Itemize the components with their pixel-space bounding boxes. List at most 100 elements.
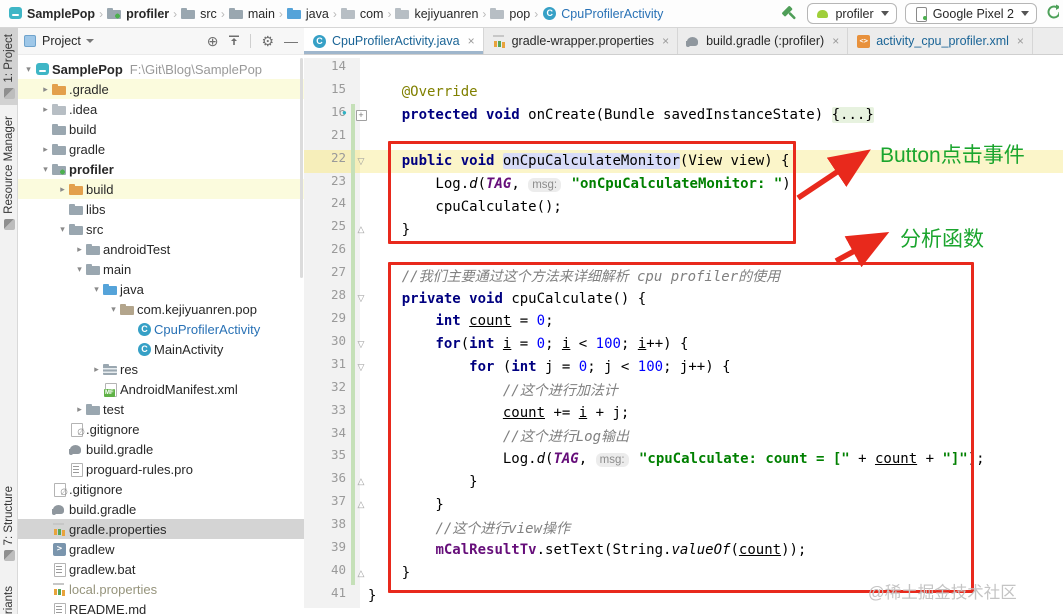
- gear-icon[interactable]: ⚙: [261, 34, 274, 48]
- tree-expand-arrow-icon[interactable]: ▸: [39, 84, 52, 95]
- fold-open-icon[interactable]: [354, 150, 368, 173]
- line-number[interactable]: 27: [331, 264, 346, 279]
- tree-collapse-arrow-icon[interactable]: ▾: [73, 264, 86, 275]
- tree-item-gradle[interactable]: ▸ gradle: [18, 139, 304, 159]
- breadcrumb-item[interactable]: SamplePop: [8, 7, 95, 21]
- hide-panel-icon[interactable]: —: [284, 34, 298, 48]
- line-number[interactable]: 37: [331, 493, 346, 508]
- line-number[interactable]: 30: [331, 333, 346, 348]
- code-line[interactable]: 15 @Override: [304, 80, 1063, 104]
- breadcrumb-item[interactable]: src: [181, 7, 217, 21]
- tree-item-profiler[interactable]: ▾ profiler: [18, 159, 304, 179]
- tree-collapse-arrow-icon[interactable]: ▾: [39, 164, 52, 175]
- line-number[interactable]: 32: [331, 379, 346, 394]
- tree-item-README-md[interactable]: README.md: [18, 599, 304, 614]
- tree-expand-arrow-icon[interactable]: ▸: [73, 404, 86, 415]
- tree-expand-arrow-icon[interactable]: ▸: [39, 104, 52, 115]
- tab-CpuProfilerActivity-java[interactable]: CpuProfilerActivity.java ×: [304, 28, 484, 54]
- locate-file-icon[interactable]: ⊕: [207, 34, 219, 48]
- tree-item-gradle-properties[interactable]: gradle.properties: [18, 519, 304, 539]
- line-number[interactable]: 14: [331, 58, 346, 73]
- line-number[interactable]: 41: [331, 585, 346, 600]
- close-icon[interactable]: ×: [662, 34, 669, 48]
- line-number[interactable]: 23: [331, 173, 346, 188]
- fold-close-icon[interactable]: [354, 562, 368, 585]
- tree-item-SamplePop[interactable]: ▾ SamplePop F:\Git\Blog\SamplePop: [18, 59, 304, 79]
- run-configuration-select[interactable]: profiler: [807, 3, 897, 24]
- tree-item-res[interactable]: ▸ res: [18, 359, 304, 379]
- breadcrumb-item[interactable]: CpuProfilerActivity: [542, 7, 663, 21]
- line-number[interactable]: 40: [331, 562, 346, 577]
- breadcrumb-item[interactable]: java: [286, 7, 329, 21]
- fold-close-icon[interactable]: [354, 470, 368, 493]
- tree-collapse-arrow-icon[interactable]: ▾: [22, 64, 35, 75]
- line-number[interactable]: 21: [331, 127, 346, 142]
- breadcrumb-item[interactable]: pop: [490, 7, 530, 21]
- breadcrumb-item[interactable]: com: [340, 7, 383, 21]
- code-area[interactable]: 14 15 @Override16 protected void onCreate…: [304, 55, 1063, 614]
- fold-open-icon[interactable]: [354, 287, 368, 310]
- tree-item-build[interactable]: build: [18, 119, 304, 139]
- tree-item-androidTest[interactable]: ▸ androidTest: [18, 239, 304, 259]
- collapse-all-icon[interactable]: [228, 34, 240, 48]
- tree-item-CpuProfilerActivity[interactable]: CpuProfilerActivity: [18, 319, 304, 339]
- fold-close-icon[interactable]: [354, 218, 368, 241]
- tree-item-gradlew-bat[interactable]: gradlew.bat: [18, 559, 304, 579]
- tree-item-libs[interactable]: libs: [18, 199, 304, 219]
- line-number[interactable]: 35: [331, 447, 346, 462]
- tree-item-com-kejiyuanren-pop[interactable]: ▾ com.kejiyuanren.pop: [18, 299, 304, 319]
- tool-window-button[interactable]: 1: Project: [0, 28, 18, 105]
- tree-item-build-gradle[interactable]: build.gradle: [18, 499, 304, 519]
- tree-item-main[interactable]: ▾ main: [18, 259, 304, 279]
- tree-item--gradle[interactable]: ▸ .gradle: [18, 79, 304, 99]
- tree-item-test[interactable]: ▸ test: [18, 399, 304, 419]
- tree-expand-arrow-icon[interactable]: ▸: [73, 244, 86, 255]
- tab-gradle-wrapper-properties[interactable]: gradle-wrapper.properties ×: [484, 28, 679, 54]
- tool-window-button[interactable]: Resource Manager: [0, 110, 18, 236]
- line-number[interactable]: 33: [331, 402, 346, 417]
- device-select[interactable]: Google Pixel 2: [904, 3, 1037, 24]
- breadcrumb-item[interactable]: kejiyuanren: [395, 7, 478, 21]
- tab-build-gradle-profiler-[interactable]: build.gradle (:profiler) ×: [678, 28, 849, 54]
- tree-expand-arrow-icon[interactable]: ▸: [56, 184, 69, 195]
- code-line[interactable]: 16 protected void onCreate(Bundle savedI…: [304, 103, 1063, 127]
- tree-item-java[interactable]: ▾ java: [18, 279, 304, 299]
- tree-item-src[interactable]: ▾ src: [18, 219, 304, 239]
- tree-item--gitignore[interactable]: .gitignore: [18, 479, 304, 499]
- sync-gradle-button[interactable]: [1045, 3, 1059, 25]
- fold-open-icon[interactable]: [354, 333, 368, 356]
- line-number[interactable]: 31: [331, 356, 346, 371]
- tree-item-gradlew[interactable]: gradlew: [18, 539, 304, 559]
- editor-gutter[interactable]: 15: [304, 80, 360, 104]
- line-number[interactable]: 15: [331, 81, 346, 96]
- close-icon[interactable]: ×: [832, 34, 839, 48]
- tree-collapse-arrow-icon[interactable]: ▾: [56, 224, 69, 235]
- tree-item-build-gradle[interactable]: build.gradle: [18, 439, 304, 459]
- editor-gutter[interactable]: 14: [304, 58, 360, 81]
- tree-collapse-arrow-icon[interactable]: ▾: [107, 304, 120, 315]
- fold-close-icon[interactable]: [354, 493, 368, 516]
- build-hammer-icon[interactable]: [781, 5, 799, 23]
- breadcrumb-item[interactable]: main: [228, 7, 275, 21]
- close-icon[interactable]: ×: [468, 34, 475, 48]
- line-number[interactable]: 24: [331, 195, 346, 210]
- line-number[interactable]: 28: [331, 287, 346, 302]
- fold-open-icon[interactable]: [354, 356, 368, 379]
- line-number[interactable]: 25: [331, 218, 346, 233]
- tool-window-button[interactable]: Build Variants: [0, 580, 18, 614]
- tree-item--gitignore[interactable]: .gitignore: [18, 419, 304, 439]
- tool-window-button[interactable]: 7: Structure: [0, 480, 18, 567]
- project-panel-title[interactable]: Project: [42, 34, 81, 48]
- line-number[interactable]: 22: [331, 150, 346, 165]
- tree-item-build[interactable]: ▸ build: [18, 179, 304, 199]
- line-number[interactable]: 34: [331, 425, 346, 440]
- tree-collapse-arrow-icon[interactable]: ▾: [90, 284, 103, 295]
- tab-activity-cpu-profiler-xml[interactable]: activity_cpu_profiler.xml ×: [848, 28, 1033, 54]
- tree-item-local-properties[interactable]: local.properties: [18, 579, 304, 599]
- fold-plus-icon[interactable]: [354, 104, 368, 127]
- line-number[interactable]: 36: [331, 470, 346, 485]
- line-number[interactable]: 29: [331, 310, 346, 325]
- editor-gutter[interactable]: 41: [304, 584, 360, 608]
- tree-expand-arrow-icon[interactable]: ▸: [39, 144, 52, 155]
- line-number[interactable]: 38: [331, 516, 346, 531]
